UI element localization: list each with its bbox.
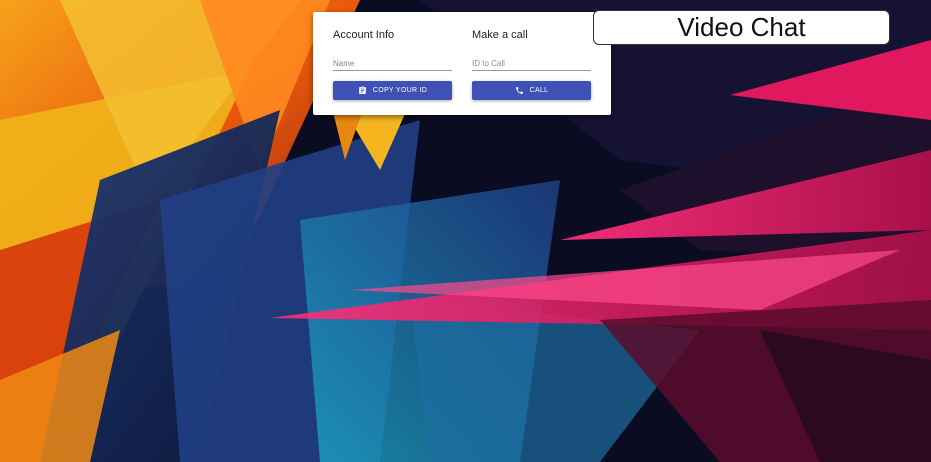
call-label: CALL [529, 87, 549, 94]
account-info-heading: Account Info [333, 29, 395, 41]
call-button[interactable]: CALL [472, 81, 591, 100]
make-a-call-heading: Make a call [472, 29, 528, 41]
name-input[interactable] [333, 57, 452, 71]
page: Account Info COPY YOUR ID Make a call [0, 0, 931, 462]
clipboard-icon [358, 86, 367, 95]
copy-your-id-label: COPY YOUR ID [372, 87, 428, 94]
copy-your-id-button[interactable]: COPY YOUR ID [333, 81, 452, 100]
id-to-call-input[interactable] [472, 57, 591, 71]
app-title: Video Chat [677, 12, 806, 42]
app-title-box: Video Chat [593, 10, 890, 45]
phone-icon [515, 86, 524, 95]
call-panel: Account Info COPY YOUR ID Make a call [313, 12, 611, 115]
